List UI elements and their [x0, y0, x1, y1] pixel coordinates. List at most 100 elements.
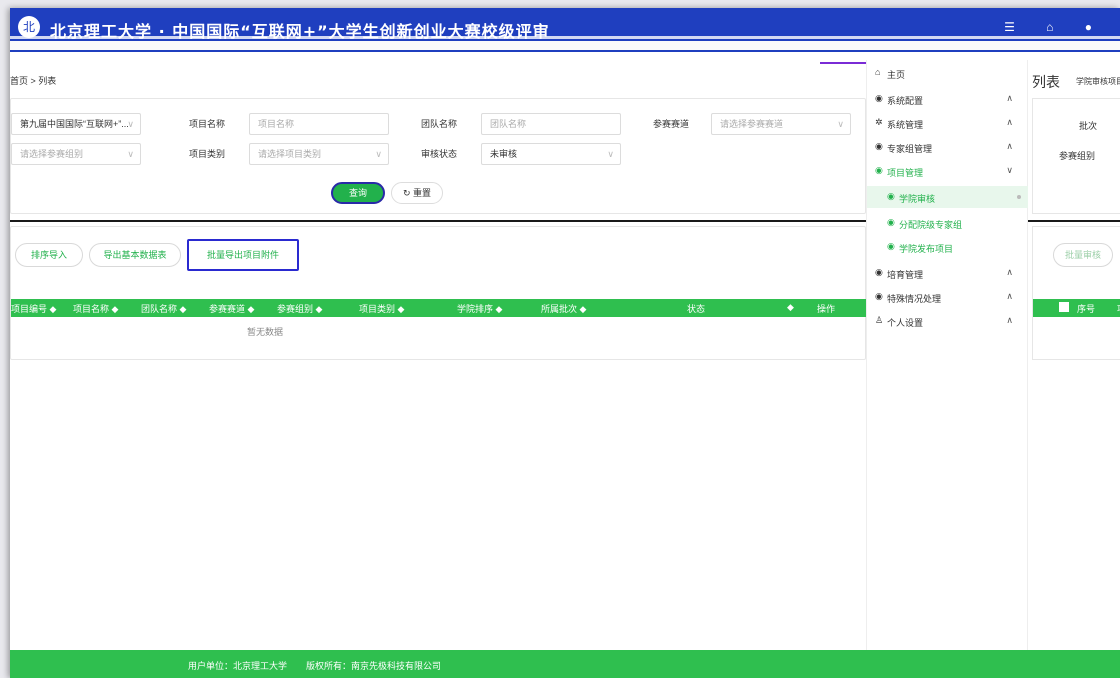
project-name-label: 项目名称 — [189, 119, 226, 129]
chevron-up-icon: ∧ — [1006, 117, 1013, 127]
team-name-label: 团队名称 — [421, 119, 458, 129]
project-name-placeholder: 项目名称 — [258, 119, 295, 129]
nav-item-cultivation[interactable]: ◉ 培育管理 ∧ — [867, 262, 1029, 284]
nav-item-system-config[interactable]: ◉ 系统配置 ∧ — [867, 88, 1029, 110]
reset-button[interactable]: ↻ 重置 — [391, 182, 443, 204]
right-panel: 列表 学院审核项目 批次 参赛组别 批量审核 序号 项 — [1028, 60, 1120, 658]
side-nav: ⌂ 主页 ◉ 系统配置 ∧ ✲ 系统管理 ∧ ◉ 专家组管理 ∧ ◉ 项目管理 … — [866, 60, 1029, 658]
nav-item-project-manage[interactable]: ◉ 项目管理 ∨ — [867, 160, 1029, 182]
nav-item-label: 分配院级专家组 — [899, 220, 963, 230]
nav-item-label: 系统管理 — [887, 120, 924, 130]
sort-import-button[interactable]: 排序导入 — [15, 243, 83, 267]
batch-review-button[interactable]: 批量审核 — [1053, 243, 1113, 267]
chevron-up-icon: ∧ — [1006, 315, 1013, 325]
nav-item-label: 个人设置 — [887, 318, 924, 328]
th-seq: 序号 — [1077, 304, 1096, 314]
nav-item-label: 专家组管理 — [887, 144, 933, 154]
nav-item-label: 项目管理 — [887, 168, 924, 178]
nav-item-college-review[interactable]: ◉ 学院审核 — [867, 186, 1029, 208]
th-track[interactable]: 参赛赛道 ◆ — [209, 302, 254, 315]
nav-item-label: 主页 — [887, 70, 906, 80]
th-project-number[interactable]: 项目编号 ◆ — [11, 302, 56, 315]
render-artifact-bar — [10, 41, 1120, 50]
chevron-down-icon: ∨ — [1006, 165, 1013, 175]
track-label: 参赛赛道 — [653, 119, 690, 129]
footer-copyright: 版权所有：南京先极科技有限公司 — [306, 661, 442, 671]
render-artifact-bar — [10, 36, 1120, 39]
nav-item-label: 学院审核 — [899, 194, 936, 204]
chevron-down-icon: ∨ — [607, 149, 614, 159]
batch-label: 批次 — [1079, 121, 1098, 131]
review-status-label: 审核状态 — [421, 149, 458, 159]
app-header: 北 北京理工大学 · 中国国际“互联网+”大学生创新创业大赛校级评审 ☰ ⌂ ● — [10, 8, 1120, 52]
header-icons[interactable]: ☰ ⌂ ● — [1004, 20, 1106, 34]
project-name-input[interactable]: 项目名称 — [249, 113, 389, 135]
th-college-rank[interactable]: 学院排序 ◆ — [457, 302, 502, 315]
query-button[interactable]: 查询 — [331, 182, 385, 204]
th-actions: 操作 — [817, 304, 836, 314]
nav-item-label: 培育管理 — [887, 270, 924, 280]
home-icon: ⌂ — [875, 67, 881, 77]
chevron-up-icon: ∧ — [1006, 267, 1013, 277]
session-select[interactable]: 第九届中国国际“互联网+”... ∨ — [11, 113, 141, 135]
chevron-up-icon: ∧ — [1006, 93, 1013, 103]
track-select[interactable]: 请选择参赛赛道 ∨ — [711, 113, 851, 135]
group-select-placeholder: 请选择参赛组别 — [20, 149, 84, 159]
chevron-down-icon: ∨ — [375, 149, 382, 159]
chevron-down-icon: ∨ — [127, 119, 134, 129]
page-subtitle: 学院审核项目 — [1076, 77, 1120, 86]
cube-icon: ◉ — [887, 241, 895, 251]
search-card: 第九届中国国际“互联网+”... ∨ 请选择参赛组别 ∨ 项目名称 项目名称 项… — [10, 98, 866, 214]
team-name-placeholder: 团队名称 — [490, 119, 527, 129]
table-card: 排序导入 导出基本数据表 批量导出项目附件 项目编号 ◆ 项目名称 ◆ 团队名称… — [10, 226, 867, 360]
cube-icon: ◉ — [887, 217, 895, 227]
th-group[interactable]: 参赛组别 ◆ — [277, 302, 322, 315]
chevron-down-icon: ∨ — [837, 119, 844, 129]
nav-item-label: 学院发布项目 — [899, 244, 954, 254]
track-placeholder: 请选择参赛赛道 — [720, 119, 784, 129]
nav-item-personal-settings[interactable]: ♙ 个人设置 ∧ — [867, 310, 1029, 332]
table-header: 项目编号 ◆ 项目名称 ◆ 团队名称 ◆ 参赛赛道 ◆ 参赛组别 ◆ 项目类别 … — [11, 299, 867, 317]
nav-item-system-manage[interactable]: ✲ 系统管理 ∧ — [867, 112, 1029, 134]
empty-state: 暂无数据 — [247, 327, 284, 337]
group-select[interactable]: 请选择参赛组别 ∨ — [11, 143, 141, 165]
university-logo: 北 — [18, 16, 40, 38]
th-project-name[interactable]: 项目名称 ◆ — [73, 302, 118, 315]
active-dot — [1017, 195, 1021, 199]
session-select-value: 第九届中国国际“互联网+”... — [20, 119, 129, 129]
refresh-icon: ↻ — [402, 188, 414, 198]
project-type-select[interactable]: 请选择项目类别 ∨ — [249, 143, 389, 165]
th-status[interactable]: 状态 — [687, 302, 705, 315]
cube-icon: ◉ — [875, 93, 883, 103]
page-title: 列表 — [1032, 74, 1060, 90]
cube-icon: ◉ — [875, 165, 883, 175]
footer-unit: 用户单位：北京理工大学 — [188, 661, 288, 671]
th-project-type[interactable]: 项目类别 ◆ — [359, 302, 404, 315]
chevron-up-icon: ∧ — [1006, 291, 1013, 301]
right-table-header: 序号 项 — [1033, 299, 1120, 317]
review-status-value: 未审核 — [490, 149, 518, 159]
chevron-down-icon: ∨ — [127, 149, 134, 159]
nav-item-expert-group[interactable]: ◉ 专家组管理 ∧ — [867, 136, 1029, 158]
th-sort-icon[interactable]: ◆ — [787, 302, 794, 313]
team-name-input[interactable]: 团队名称 — [481, 113, 621, 135]
export-basic-button[interactable]: 导出基本数据表 — [89, 243, 181, 267]
cube-icon: ◉ — [887, 191, 895, 201]
nav-item-special-cases[interactable]: ◉ 特殊情况处理 ∧ — [867, 286, 1029, 308]
cube-icon: ◉ — [875, 291, 883, 301]
breadcrumb: 首页 > 列表 — [10, 76, 57, 86]
review-status-select[interactable]: 未审核 ∨ — [481, 143, 621, 165]
gear-icon: ✲ — [875, 117, 883, 127]
cube-icon: ◉ — [875, 267, 883, 277]
select-all-checkbox[interactable] — [1059, 302, 1069, 312]
nav-item-label: 系统配置 — [887, 96, 924, 106]
th-team-name[interactable]: 团队名称 ◆ — [141, 302, 186, 315]
th-batch[interactable]: 所属批次 ◆ — [541, 302, 586, 315]
project-type-label: 项目类别 — [189, 149, 226, 159]
nav-item-college-publish[interactable]: ◉ 学院发布项目 — [867, 236, 1029, 258]
batch-export-button[interactable]: 批量导出项目附件 — [187, 239, 299, 271]
nav-item-assign-experts[interactable]: ◉ 分配院级专家组 — [867, 212, 1029, 234]
right-search-card: 批次 参赛组别 — [1032, 98, 1120, 214]
nav-item-home[interactable]: ⌂ 主页 — [867, 62, 1029, 84]
group-label: 参赛组别 — [1059, 151, 1096, 161]
